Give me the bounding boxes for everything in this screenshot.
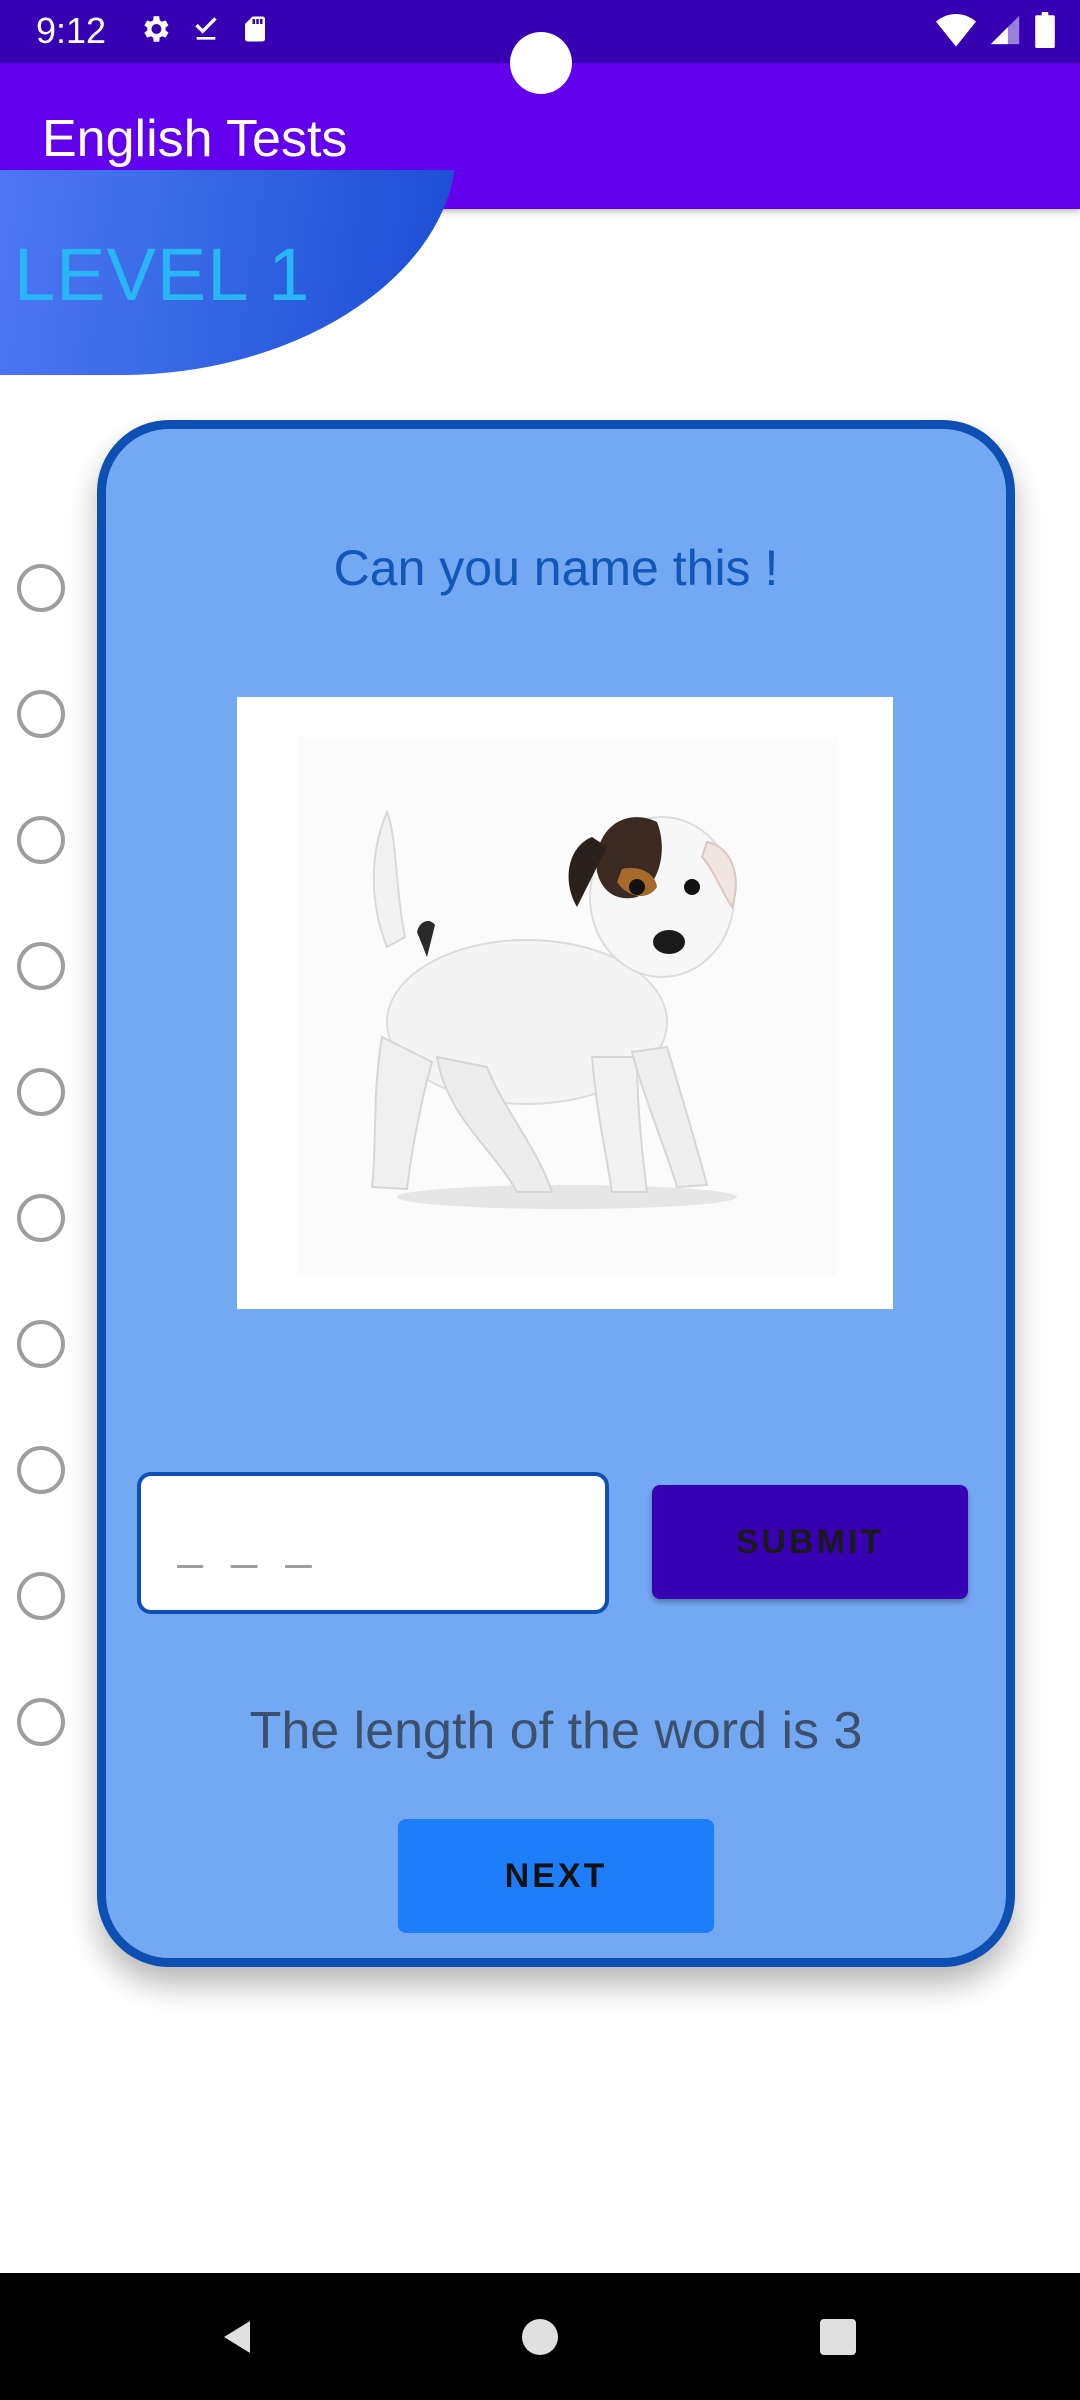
level-label: LEVEL 1 <box>14 233 311 316</box>
binder-ring <box>17 564 65 612</box>
puppy-image <box>297 737 837 1277</box>
status-icons-left <box>138 12 270 46</box>
quiz-card: Can you name this ! _ _ _ SUBMIT The len… <box>97 420 1015 1967</box>
status-icons-right <box>936 12 1056 48</box>
quiz-picture <box>237 697 893 1309</box>
signal-icon <box>990 15 1020 45</box>
hint-text: The length of the word is 3 <box>249 1702 863 1760</box>
binder-ring <box>17 1194 65 1242</box>
next-button[interactable]: NEXT <box>398 1819 714 1933</box>
recents-button[interactable] <box>778 2273 898 2400</box>
binder-ring <box>17 816 65 864</box>
submit-button[interactable]: SUBMIT <box>652 1485 968 1599</box>
binder-ring <box>17 1320 65 1368</box>
battery-icon <box>1035 12 1055 48</box>
home-icon <box>522 2318 558 2355</box>
question-text: Can you name this ! <box>333 540 779 596</box>
binder-ring <box>17 690 65 738</box>
binder-ring <box>17 1572 65 1620</box>
home-button[interactable] <box>480 2273 600 2400</box>
recents-icon <box>820 2318 856 2355</box>
app-title: English Tests <box>42 110 348 168</box>
binder-ring <box>17 1068 65 1116</box>
navigation-bar <box>0 2273 1080 2400</box>
download-done-icon <box>195 17 217 40</box>
wifi-icon <box>936 14 976 47</box>
binder-ring <box>17 942 65 990</box>
back-button[interactable] <box>178 2273 298 2400</box>
camera-cutout <box>510 32 572 94</box>
binder-ring <box>17 1446 65 1494</box>
sd-card-icon <box>245 16 265 42</box>
settings-icon <box>144 16 169 42</box>
answer-input[interactable] <box>137 1472 609 1614</box>
status-time: 9:12 <box>36 10 107 51</box>
binder-ring <box>17 1698 65 1746</box>
back-icon <box>224 2320 250 2353</box>
